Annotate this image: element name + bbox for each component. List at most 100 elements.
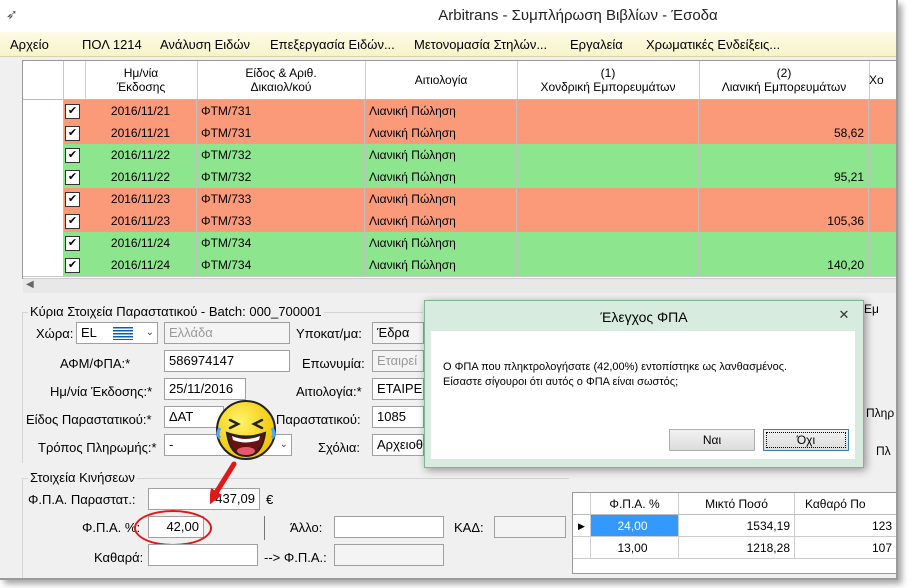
row-selector[interactable]	[23, 188, 64, 210]
row-checkbox[interactable]: ✔	[65, 104, 80, 119]
table-row[interactable]: ✔ 2016/11/21 ΦΤΜ/731 Λιανική Πώληση	[23, 100, 896, 123]
menu-item-edit[interactable]: Επεξεργασία Ειδών...	[270, 37, 395, 52]
cell-reason[interactable]: Λιανική Πώληση	[365, 100, 517, 122]
menu-color-indicators[interactable]: Χρωματικές Ενδείξεις...	[646, 37, 780, 52]
cell-date[interactable]: 2016/11/21	[85, 100, 197, 122]
cell-doc[interactable]: ΦΤΜ/732	[197, 166, 365, 188]
cell-reason[interactable]: Λιανική Πώληση	[365, 122, 517, 144]
col-retail[interactable]: (2) Λιανική Εμπορευμάτων	[699, 61, 870, 99]
cell-doc[interactable]: ΦΤΜ/731	[197, 100, 365, 122]
cell-wholesale[interactable]	[517, 188, 699, 210]
cell-wholesale[interactable]	[517, 232, 699, 254]
yes-button[interactable]: Ναι	[669, 429, 755, 451]
country-select[interactable]: EL ⌄	[76, 322, 158, 344]
row-selector[interactable]	[23, 232, 64, 254]
menu-rename-columns[interactable]: Μετονομασία Στηλών...	[414, 37, 547, 52]
col-date[interactable]: Ημ/νία Έκδοσης	[85, 61, 198, 99]
row-selector[interactable]	[23, 122, 64, 144]
vat-row-pct[interactable]: 13,00	[591, 537, 679, 559]
cell-wholesale[interactable]	[517, 144, 699, 166]
cell-doc[interactable]: ΦΤΜ/733	[197, 188, 365, 210]
cell-date[interactable]: 2016/11/24	[85, 254, 197, 276]
cell-wholesale[interactable]	[517, 122, 699, 144]
records-grid[interactable]: Ημ/νία Έκδοσης Είδος & Αριθ. Δικαιολ/κού…	[22, 60, 896, 293]
docnum-input[interactable]: 1085	[372, 406, 424, 428]
vat-row-gross[interactable]: 1218,28	[679, 537, 795, 559]
table-row[interactable]: ✔ 2016/11/21 ΦΤΜ/731 Λιανική Πώληση 58,62	[23, 122, 896, 145]
cell-doc[interactable]: ΦΤΜ/731	[197, 122, 365, 144]
cell-retail[interactable]: 140,20	[699, 254, 869, 276]
no-button[interactable]: Όχι	[763, 429, 849, 451]
cell-retail[interactable]: 105,36	[699, 210, 869, 232]
issue-date-input[interactable]: 25/11/2016	[164, 378, 246, 400]
vat-grid[interactable]: Φ.Π.Α. % Μικτό Ποσό Καθαρό Πο ▶ 24,00 15…	[572, 492, 896, 574]
vat-col-pct[interactable]: Φ.Π.Α. %	[591, 493, 679, 515]
cell-doc[interactable]: ΦΤΜ/734	[197, 254, 365, 276]
scroll-left-icon[interactable]: ◀	[26, 279, 34, 290]
cell-doc[interactable]: ΦΤΜ/734	[197, 232, 365, 254]
row-selector[interactable]	[23, 254, 64, 276]
cell-doc[interactable]: ΦΤΜ/732	[197, 144, 365, 166]
row-checkbox[interactable]: ✔	[65, 214, 80, 229]
cell-reason[interactable]: Λιανική Πώληση	[365, 254, 517, 276]
cell-reason[interactable]: Λιανική Πώληση	[365, 210, 517, 232]
vat-row-net[interactable]: 123	[795, 515, 896, 537]
col-wholesale[interactable]: (1) Χονδρική Εμπορευμάτων	[517, 61, 700, 99]
cell-date[interactable]: 2016/11/24	[85, 232, 197, 254]
row-selector[interactable]	[23, 210, 64, 232]
menu-item-analysis[interactable]: Ανάλυση Ειδών	[160, 37, 250, 52]
row-checkbox[interactable]: ✔	[65, 192, 80, 207]
cell-retail[interactable]: 95,21	[699, 166, 869, 188]
cell-reason[interactable]: Λιανική Πώληση	[365, 144, 517, 166]
row-checkbox[interactable]: ✔	[65, 258, 80, 273]
vat-row-net[interactable]: 107	[795, 537, 896, 559]
row-selector[interactable]	[23, 144, 64, 166]
close-icon[interactable]: ✕	[833, 307, 855, 323]
cell-reason[interactable]: Λιανική Πώληση	[365, 166, 517, 188]
cell-reason[interactable]: Λιανική Πώληση	[365, 188, 517, 210]
row-checkbox[interactable]: ✔	[65, 148, 80, 163]
col-more[interactable]: Χο	[869, 61, 896, 99]
col-doc[interactable]: Είδος & Αριθ. Δικαιολ/κού	[197, 61, 366, 99]
grid-horizontal-scrollbar[interactable]: ◀	[23, 278, 896, 293]
branch-select[interactable]: Έδρα	[372, 322, 424, 344]
menu-tools[interactable]: Εργαλεία	[570, 37, 623, 52]
cell-wholesale[interactable]	[517, 166, 699, 188]
table-row[interactable]: ✔ 2016/11/22 ΦΤΜ/732 Λιανική Πώληση	[23, 144, 896, 167]
vat-col-net[interactable]: Καθαρό Πο	[795, 493, 896, 515]
cell-date[interactable]: 2016/11/22	[85, 144, 197, 166]
table-row[interactable]: ✔ 2016/11/24 ΦΤΜ/734 Λιανική Πώληση	[23, 232, 896, 255]
cell-wholesale[interactable]	[517, 210, 699, 232]
table-row[interactable]: ✔ 2016/11/23 ΦΤΜ/733 Λιανική Πώληση	[23, 188, 896, 211]
table-row[interactable]: ✔ 2016/11/23 ΦΤΜ/733 Λιανική Πώληση 105,36	[23, 210, 896, 233]
table-row[interactable]: ✔ 2016/11/24 ΦΤΜ/734 Λιανική Πώληση 140,20	[23, 254, 896, 277]
vat-row-pct[interactable]: 24,00	[591, 515, 679, 537]
cell-date[interactable]: 2016/11/21	[85, 122, 197, 144]
row-selector[interactable]	[23, 166, 64, 188]
menu-file[interactable]: Αρχείο	[10, 37, 49, 52]
cell-wholesale[interactable]	[517, 254, 699, 276]
cell-retail[interactable]	[699, 100, 869, 122]
col-reason[interactable]: Αιτιολογία	[365, 61, 518, 99]
table-row[interactable]: ✔ 2016/11/22 ΦΤΜ/732 Λιανική Πώληση 95,21	[23, 166, 896, 189]
menu-pol[interactable]: ΠΟΛ 1214	[82, 37, 142, 52]
cell-retail[interactable]	[699, 232, 869, 254]
comments-input[interactable]: Αρχειοθ	[372, 434, 424, 456]
vat-row-gross[interactable]: 1534,19	[679, 515, 795, 537]
cell-date[interactable]: 2016/11/22	[85, 166, 197, 188]
cell-doc[interactable]: ΦΤΜ/733	[197, 210, 365, 232]
cell-date[interactable]: 2016/11/23	[85, 210, 197, 232]
cell-retail[interactable]	[699, 144, 869, 166]
vat-col-gross[interactable]: Μικτό Ποσό	[679, 493, 795, 515]
row-checkbox[interactable]: ✔	[65, 126, 80, 141]
cell-reason[interactable]: Λιανική Πώληση	[365, 232, 517, 254]
other-input[interactable]	[334, 516, 444, 538]
net-input[interactable]	[148, 544, 258, 566]
cell-wholesale[interactable]	[517, 100, 699, 122]
row-checkbox[interactable]: ✔	[65, 170, 80, 185]
row-selector[interactable]	[23, 100, 64, 122]
afm-input[interactable]: 586974147	[164, 350, 290, 372]
cell-retail[interactable]: 58,62	[699, 122, 869, 144]
cell-retail[interactable]	[699, 188, 869, 210]
reason-input[interactable]: ΕΤΑΙΡΕ	[372, 378, 424, 400]
